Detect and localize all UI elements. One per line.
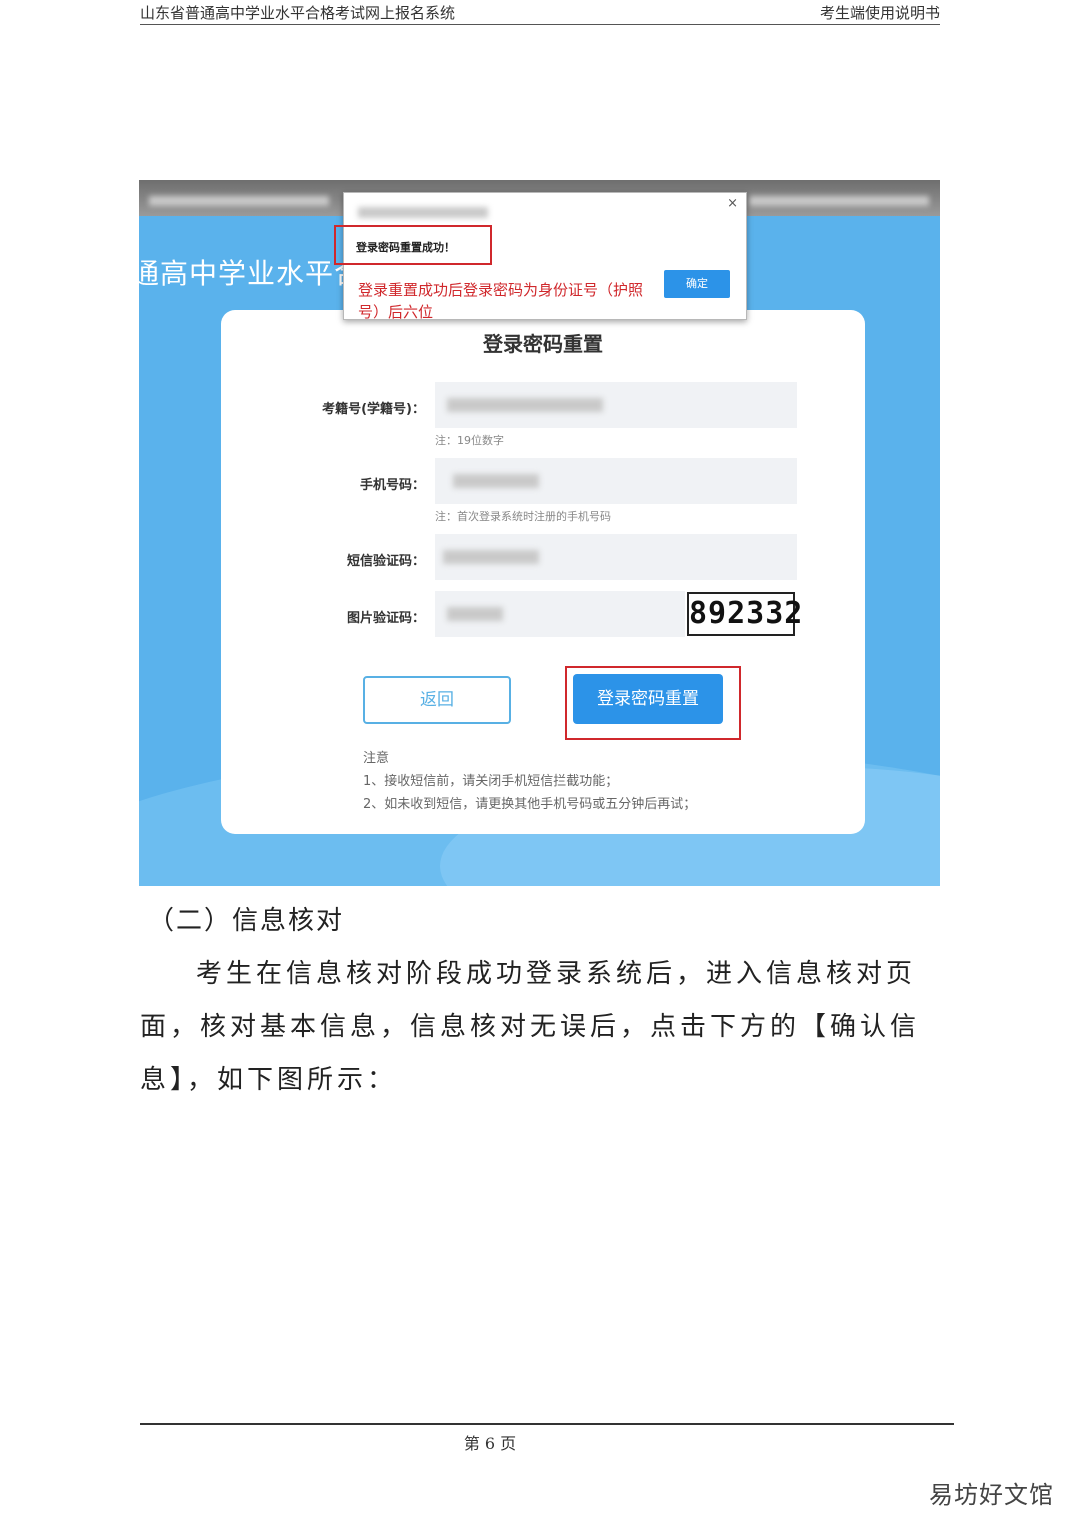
- success-dialog: × 登录密码重置成功！ 确定 登录重置成功后登录密码为身份证号（护照号）后六位: [334, 192, 747, 321]
- header-doc-title: 山东省普通高中学业水平合格考试网上报名系统: [140, 4, 456, 22]
- image-code-input[interactable]: [435, 591, 685, 637]
- notes-title: 注意: [363, 751, 390, 766]
- back-button[interactable]: 返回: [363, 676, 511, 724]
- blurred-value: [447, 398, 603, 412]
- blurred-dialog-title: [358, 207, 488, 218]
- phone-input[interactable]: [435, 458, 797, 504]
- label-sms-code: 短信验证码：: [346, 554, 425, 569]
- header-doc-subtitle: 考生端使用说明书: [819, 4, 940, 22]
- label-image-code: 图片验证码：: [346, 611, 425, 626]
- note-item: 1、接收短信前，请关闭手机短信拦截功能；: [363, 774, 619, 789]
- body-paragraph: 考生在信息核对阶段成功登录系统后，进入信息核对页面，核对基本信息，信息核对无误后…: [140, 959, 921, 1095]
- dialog-message: 登录密码重置成功！: [356, 241, 455, 254]
- note-phone: 注：首次登录系统时注册的手机号码: [435, 510, 611, 523]
- blurred-tab: [149, 196, 329, 206]
- card-title: 登录密码重置: [483, 332, 603, 356]
- password-reset-card: 登录密码重置 考籍号(学籍号)： 注：19位数字 手机号码： 注：首次登录系统时…: [221, 310, 865, 834]
- page-number: 第 6 页: [463, 1434, 517, 1453]
- ok-button[interactable]: 确定: [664, 270, 730, 298]
- notes-block: 注意 1、接收短信前，请关闭手机短信拦截功能； 2、如未收到短信，请更换其他手机…: [363, 747, 696, 816]
- section-heading: （二）信息核对: [148, 906, 345, 936]
- blurred-value: [453, 474, 539, 488]
- reset-password-button[interactable]: 登录密码重置: [573, 674, 723, 724]
- footer-divider: [140, 1423, 954, 1425]
- blurred-tab: [749, 196, 929, 206]
- captcha-image[interactable]: 892332: [687, 592, 802, 636]
- blurred-value: [447, 607, 503, 621]
- label-phone: 手机号码：: [359, 478, 425, 493]
- site-title: 通高中学业水平合: [139, 257, 364, 290]
- exam-id-input[interactable]: [435, 382, 797, 428]
- label-exam-id: 考籍号(学籍号)：: [322, 402, 425, 417]
- page-header: 山东省普通高中学业水平合格考试网上报名系统 考生端使用说明书: [140, 0, 940, 25]
- close-icon[interactable]: ×: [727, 196, 738, 211]
- screenshot-figure: 通高中学业水平合 登录密码重置 考籍号(学籍号)： 注：19位数字 手机号码： …: [139, 180, 940, 886]
- note-item: 2、如未收到短信，请更换其他手机号码或五分钟后再试；: [363, 797, 697, 812]
- annotation-red-tip: 登录重置成功后登录密码为身份证号（护照号）后六位: [358, 281, 644, 321]
- note-exam-id: 注：19位数字: [435, 434, 504, 447]
- blurred-value: [443, 550, 539, 564]
- watermark: 易坊好文馆: [929, 1481, 1054, 1509]
- sms-code-input[interactable]: [435, 534, 797, 580]
